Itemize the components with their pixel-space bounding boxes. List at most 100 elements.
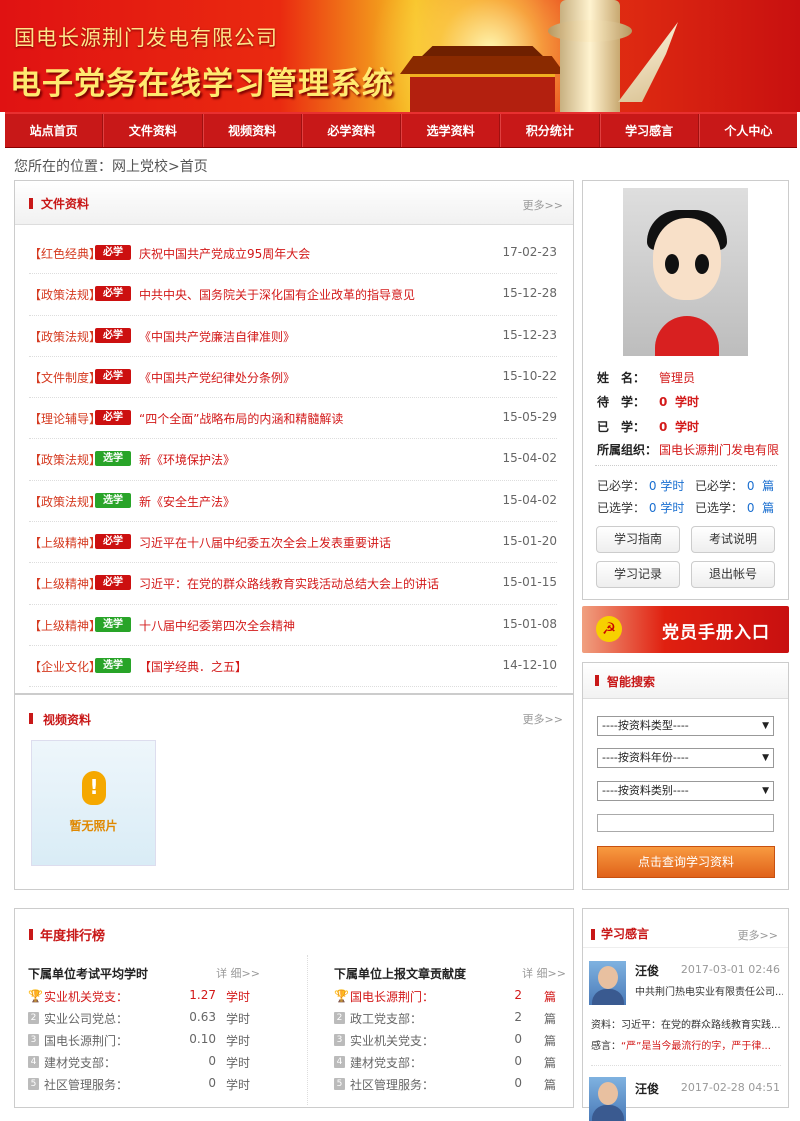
document-row[interactable]: 【政策法规】 选学 新《环境保护法》 15-04-02 bbox=[29, 439, 557, 481]
document-row[interactable]: 【理论辅导】 必学 “四个全面”战略布局的内涵和精髓解读 15-05-29 bbox=[29, 398, 557, 440]
rank-number: 5 bbox=[28, 1078, 39, 1090]
profile-panel: 姓 名： 管理员 待 学： 0 学时 已 学： 0 学时 所属组织： 国电长源荆… bbox=[582, 180, 789, 600]
reflection-org: 中共荆门热电实业有限责任公司... bbox=[635, 987, 783, 998]
document-category[interactable]: 【政策法规】 bbox=[29, 286, 101, 303]
unit-name[interactable]: 国电长源荆门： bbox=[350, 988, 434, 1005]
document-row[interactable]: 【政策法规】 选学 新《安全生产法》 15-04-02 bbox=[29, 481, 557, 523]
trophy-icon: 🏆 bbox=[28, 989, 43, 1003]
document-title-link[interactable]: 中共中央、国务院关于深化国有企业改革的指导意见 bbox=[139, 286, 415, 303]
nav-required[interactable]: 必学资料 bbox=[301, 114, 401, 147]
reflection-material[interactable]: 资料：习近平：在党的群众路线教育实践... bbox=[591, 1016, 781, 1031]
avatar[interactable] bbox=[589, 1077, 626, 1121]
documents-header: 文件资料 更多>> bbox=[15, 181, 573, 225]
document-row[interactable]: 【上级精神】 选学 十八届中纪委第四次全会精神 15-01-08 bbox=[29, 605, 557, 646]
ranking-row: 3 国电长源荆门： 0.10 学时 bbox=[28, 1031, 260, 1053]
reflection-author[interactable]: 汪俊 bbox=[635, 1080, 659, 1097]
party-manual-entry[interactable]: ☭ 党员手册入口 bbox=[582, 606, 789, 653]
unit-name[interactable]: 实业机关党支： bbox=[350, 1032, 434, 1049]
video-thumbnail[interactable]: ! 暂无照片 bbox=[31, 740, 156, 866]
req-count-unit: 篇 bbox=[762, 479, 775, 493]
document-category[interactable]: 【上级精神】 bbox=[29, 575, 101, 592]
document-date: 17-02-23 bbox=[502, 245, 557, 259]
document-title-link[interactable]: “四个全面”战略布局的内涵和精髓解读 bbox=[139, 410, 343, 427]
unit-suffix: 篇 bbox=[543, 1034, 556, 1048]
unit-name[interactable]: 政工党支部： bbox=[350, 1010, 422, 1027]
unit-name[interactable]: 实业公司党总： bbox=[44, 1010, 128, 1027]
rank-number: 4 bbox=[334, 1056, 345, 1068]
reflection-author[interactable]: 汪俊 bbox=[635, 962, 659, 979]
nav-videos[interactable]: 视频资料 bbox=[202, 114, 302, 147]
search-input[interactable] bbox=[597, 814, 774, 832]
document-title-link[interactable]: 习近平在十八届中纪委五次全会上发表重要讲话 bbox=[139, 534, 391, 551]
study-guide-button[interactable]: 学习指南 bbox=[596, 526, 680, 553]
document-row[interactable]: 【政策法规】 必学 中共中央、国务院关于深化国有企业改革的指导意见 15-12-28 bbox=[29, 274, 557, 316]
unit-name[interactable]: 建材党支部： bbox=[44, 1054, 116, 1071]
document-row[interactable]: 【文件制度】 必学 《中国共产党纪律处分条例》 15-10-22 bbox=[29, 357, 557, 399]
search-button[interactable]: 点击查询学习资料 bbox=[597, 846, 775, 878]
document-category[interactable]: 【企业文化】 bbox=[29, 658, 101, 675]
avatar[interactable] bbox=[589, 961, 626, 1005]
nav-personal-center[interactable]: 个人中心 bbox=[698, 114, 797, 147]
document-category[interactable]: 【政策法规】 bbox=[29, 451, 101, 468]
document-title-link[interactable]: 十八届中纪委第四次全会精神 bbox=[139, 617, 295, 634]
study-record-button[interactable]: 学习记录 bbox=[596, 561, 680, 588]
rank-number: 3 bbox=[28, 1034, 39, 1046]
rank-number: 3 bbox=[334, 1034, 345, 1046]
ranking-right-detail-link[interactable]: 详 细>> bbox=[522, 965, 566, 981]
category-select[interactable]: ----按资料类别---- ▼ bbox=[597, 781, 774, 801]
document-category[interactable]: 【文件制度】 bbox=[29, 369, 101, 386]
section-marker bbox=[591, 929, 595, 940]
document-row[interactable]: 【企业文化】 选学 【国学经典．之五】 14-12-10 bbox=[29, 646, 557, 688]
document-category[interactable]: 【政策法规】 bbox=[29, 493, 101, 510]
unit-value: 2 bbox=[514, 1010, 522, 1024]
section-marker bbox=[29, 713, 33, 724]
unit-name[interactable]: 社区管理服务： bbox=[44, 1076, 128, 1093]
document-title-link[interactable]: 新《安全生产法》 bbox=[139, 493, 235, 510]
document-category[interactable]: 【理论辅导】 bbox=[29, 410, 101, 427]
document-title-link[interactable]: 【国学经典．之五】 bbox=[139, 658, 247, 675]
reflections-more-link[interactable]: 更多>> bbox=[738, 927, 778, 943]
document-date: 15-12-23 bbox=[502, 327, 557, 342]
rank-number: 4 bbox=[28, 1056, 39, 1068]
nav-points[interactable]: 积分统计 bbox=[500, 114, 600, 147]
system-title: 电子党务在线学习管理系统 bbox=[10, 66, 394, 102]
unit-value: 0.10 bbox=[189, 1032, 216, 1046]
unit-value: 0 bbox=[514, 1054, 522, 1068]
document-title-link[interactable]: 庆祝中国共产党成立95周年大会 bbox=[139, 245, 310, 262]
logout-button[interactable]: 退出帐号 bbox=[691, 561, 775, 588]
document-category[interactable]: 【上级精神】 bbox=[29, 617, 101, 634]
nav-reflections[interactable]: 学习感言 bbox=[599, 114, 699, 147]
document-category[interactable]: 【上级精神】 bbox=[29, 534, 101, 551]
document-row[interactable]: 【政策法规】 必学 《中国共产党廉洁自律准则》 15-12-23 bbox=[29, 316, 557, 357]
document-title-link[interactable]: 新《环境保护法》 bbox=[139, 451, 235, 468]
exam-info-button[interactable]: 考试说明 bbox=[691, 526, 775, 553]
material-title: 习近平：在党的群众路线教育实践... bbox=[621, 1020, 781, 1031]
documents-more-link[interactable]: 更多>> bbox=[523, 197, 563, 213]
nav-home[interactable]: 站点首页 bbox=[5, 114, 104, 147]
year-select[interactable]: ----按资料年份---- ▼ bbox=[597, 748, 774, 768]
type-select[interactable]: ----按资料类型---- ▼ bbox=[597, 716, 774, 736]
unit-suffix: 篇 bbox=[543, 1012, 556, 1026]
required-badge: 必学 bbox=[95, 368, 131, 384]
nav-documents[interactable]: 文件资料 bbox=[103, 114, 203, 147]
document-title-link[interactable]: 《中国共产党廉洁自律准则》 bbox=[139, 328, 295, 345]
nav-optional[interactable]: 选学资料 bbox=[401, 114, 501, 147]
document-category[interactable]: 【政策法规】 bbox=[29, 328, 101, 345]
req-hours-unit: 学时 bbox=[660, 479, 685, 493]
reflection-comment[interactable]: 感言：“严”是当今最流行的字，严于律... bbox=[591, 1037, 781, 1052]
document-row[interactable]: 【上级精神】 必学 习近平在十八届中纪委五次全会上发表重要讲话 15-01-20 bbox=[29, 522, 557, 564]
pending-hours: 0 bbox=[659, 395, 668, 409]
document-category[interactable]: 【红色经典】 bbox=[29, 245, 101, 262]
ranking-left-detail-link[interactable]: 详 细>> bbox=[216, 965, 260, 981]
document-title-link[interactable]: 习近平：在党的群众路线教育实践活动总结大会上的讲话 bbox=[139, 575, 439, 592]
ranking-row: 3 实业机关党支： 0 篇 bbox=[334, 1031, 566, 1053]
unit-name[interactable]: 国电长源荆门： bbox=[44, 1032, 128, 1049]
unit-name[interactable]: 社区管理服务： bbox=[350, 1076, 434, 1093]
document-row[interactable]: 【上级精神】 必学 习近平：在党的群众路线教育实践活动总结大会上的讲话 15-01-1… bbox=[29, 563, 557, 605]
document-title-link[interactable]: 《中国共产党纪律处分条例》 bbox=[139, 369, 295, 386]
video-more-link[interactable]: 更多>> bbox=[523, 711, 563, 727]
unit-suffix: 篇 bbox=[543, 1078, 556, 1092]
unit-name[interactable]: 实业机关党支： bbox=[44, 988, 128, 1005]
document-row[interactable]: 【红色经典】 必学 庆祝中国共产党成立95周年大会 17-02-23 bbox=[29, 233, 557, 275]
unit-name[interactable]: 建材党支部： bbox=[350, 1054, 422, 1071]
